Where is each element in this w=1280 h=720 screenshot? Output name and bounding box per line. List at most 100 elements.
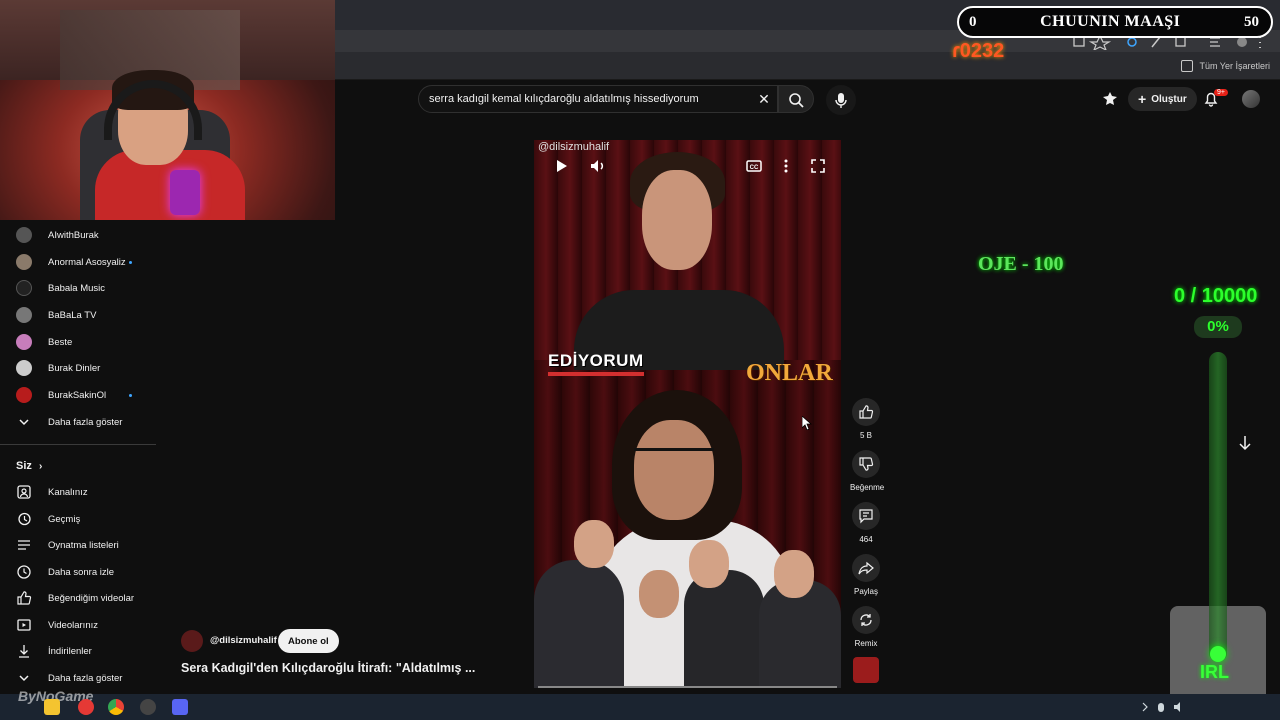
chrome-icon[interactable] [108,699,124,715]
comments-button[interactable]: 464 [850,502,882,544]
sidebar-item-your-channel[interactable]: Kanalınız [0,480,156,504]
stream-counter: ɾ0232 [952,40,1005,62]
play-button[interactable] [551,156,571,176]
sidebar-item-playlists[interactable]: Oynatma listeleri [0,533,156,557]
comment-count: 464 [859,535,873,544]
channel-avatar-icon [16,254,32,270]
chevron-down-icon [19,675,29,682]
video-progress-bar[interactable] [538,686,837,688]
channel-avatar-icon [16,227,32,243]
video-icon [17,619,31,631]
plus-icon: + [1138,91,1147,107]
more-options-button[interactable] [776,156,796,176]
all-bookmarks-link[interactable]: Tüm Yer İşaretleri [1181,60,1270,72]
subscription-label: BurakSakinOl [48,389,107,401]
goal-target: 50 [1244,13,1259,30]
channel-avatar-icon [16,307,32,323]
arrow-down-icon [1239,436,1251,451]
subscription-item[interactable]: BaBaLa TV [0,303,156,327]
video-caption-overlay: ONLAR [746,360,833,386]
share-button[interactable]: Paylaş [850,554,882,596]
channel-avatar-icon [16,360,32,376]
search-input[interactable]: serra kadıgil kemal kılıçdaroğlu aldatıl… [418,85,778,113]
subscription-label: AIwithBurak [48,229,99,241]
shorts-video-player[interactable]: @dilsizmuhalif EDİYORUM ONLAR [534,140,841,688]
subscription-label: Beste [48,336,73,348]
sidebar-item-label: Daha sonra izle [48,566,115,578]
volume-button[interactable] [588,156,608,176]
video-title[interactable]: Sera Kadıgil'den Kılıçdaroğlu İtirafı: "… [181,661,475,675]
svg-text:CC: CC [750,165,759,171]
captions-icon: CC [746,160,762,172]
create-button[interactable]: + Oluştur [1128,87,1197,111]
sidebar-item-label: Beğendiğim videolar [48,592,135,604]
project-goal-text: OJE - 100 [978,253,1064,275]
subscription-label: Babala Music [48,282,106,294]
subscription-item[interactable]: AIwithBurak [0,223,156,247]
like-button[interactable]: 5 B [850,398,882,440]
subscription-label: Anormal Asosyaliz [48,256,126,268]
video-watermark: @dilsizmuhalif [538,141,610,153]
show-more-subscriptions[interactable]: Daha fazla göster [0,410,156,434]
fullscreen-icon [811,159,825,173]
share-icon [858,561,874,575]
obs-icon[interactable] [140,699,156,715]
download-icon [19,645,29,658]
create-label: Oluştur [1151,93,1187,105]
sidebar-item-label: Daha fazla göster [48,672,123,684]
sidebar-item-watch-later[interactable]: Daha sonra izle [0,560,156,584]
sidebar-item-downloads[interactable]: İndirilenler [0,639,156,663]
webcam-feed [0,0,335,220]
voice-search-button[interactable] [826,85,856,115]
you-section-heading[interactable]: Siz › [16,460,42,472]
stream-goal-banner: 0 CHUUNIN MAAŞI 50 [957,6,1273,38]
sidebar-item-label: Geçmiş [48,513,81,525]
subscription-item[interactable]: BurakSakinOl [0,383,156,407]
discord-icon[interactable] [172,699,188,715]
subscribe-button[interactable]: Abone ol [278,629,339,653]
sidebar-item-label: Oynatma listeleri [48,539,119,551]
account-avatar[interactable] [1242,90,1260,108]
clear-search-icon[interactable]: ✕ [756,91,772,107]
thumb-up-icon [859,405,874,419]
channel-name[interactable]: @dilsizmuhalif [210,635,277,646]
notification-badge: 9+ [1214,89,1228,96]
dislike-button[interactable]: Beğenme [850,450,884,492]
search-button[interactable] [778,85,814,113]
premium-icon[interactable] [1102,91,1118,107]
remix-icon [860,614,872,626]
fullscreen-button[interactable] [808,156,828,176]
play-icon [557,160,567,172]
progress-percent: 0% [1194,316,1242,338]
channel-avatar-icon [16,387,32,403]
volume-icon [591,160,604,172]
subscribe-label: Abone ol [288,635,329,647]
channel-avatar-icon [16,334,32,350]
captions-button[interactable]: CC [744,156,764,176]
remix-button[interactable]: Remix [850,606,882,648]
subscription-item[interactable]: Anormal Asosyaliz [0,250,156,274]
subscription-item[interactable]: Babala Music [0,276,156,300]
windows-taskbar [0,694,1280,720]
next-short-button[interactable] [1235,433,1255,453]
file-explorer-icon[interactable] [44,699,60,715]
subscription-item[interactable]: Burak Dinler [0,356,156,380]
chevron-right-icon: › [38,461,43,472]
channel-avatar-icon [16,280,32,296]
video-caption: EDİYORUM [548,351,644,376]
thumb-up-icon [17,591,32,605]
system-tray-icons[interactable] [1140,700,1200,714]
sidebar-item-liked-videos[interactable]: Beğendiğim videolar [0,586,156,610]
sidebar-item-history[interactable]: Geçmiş [0,507,156,531]
sidebar-item-show-more[interactable]: Daha fazla göster [0,666,156,690]
sidebar-item-your-videos[interactable]: Videolarınız [0,613,156,637]
remix-label: Remix [854,639,878,648]
opera-icon[interactable] [78,699,94,715]
clock-icon [17,565,31,579]
all-bookmarks-label: Tüm Yer İşaretleri [1199,61,1270,71]
playlist-icon [18,540,30,550]
progress-tube [1209,352,1227,662]
channel-avatar[interactable] [181,630,203,652]
channel-thumbnail[interactable] [853,657,879,683]
subscription-item[interactable]: Beste [0,330,156,354]
